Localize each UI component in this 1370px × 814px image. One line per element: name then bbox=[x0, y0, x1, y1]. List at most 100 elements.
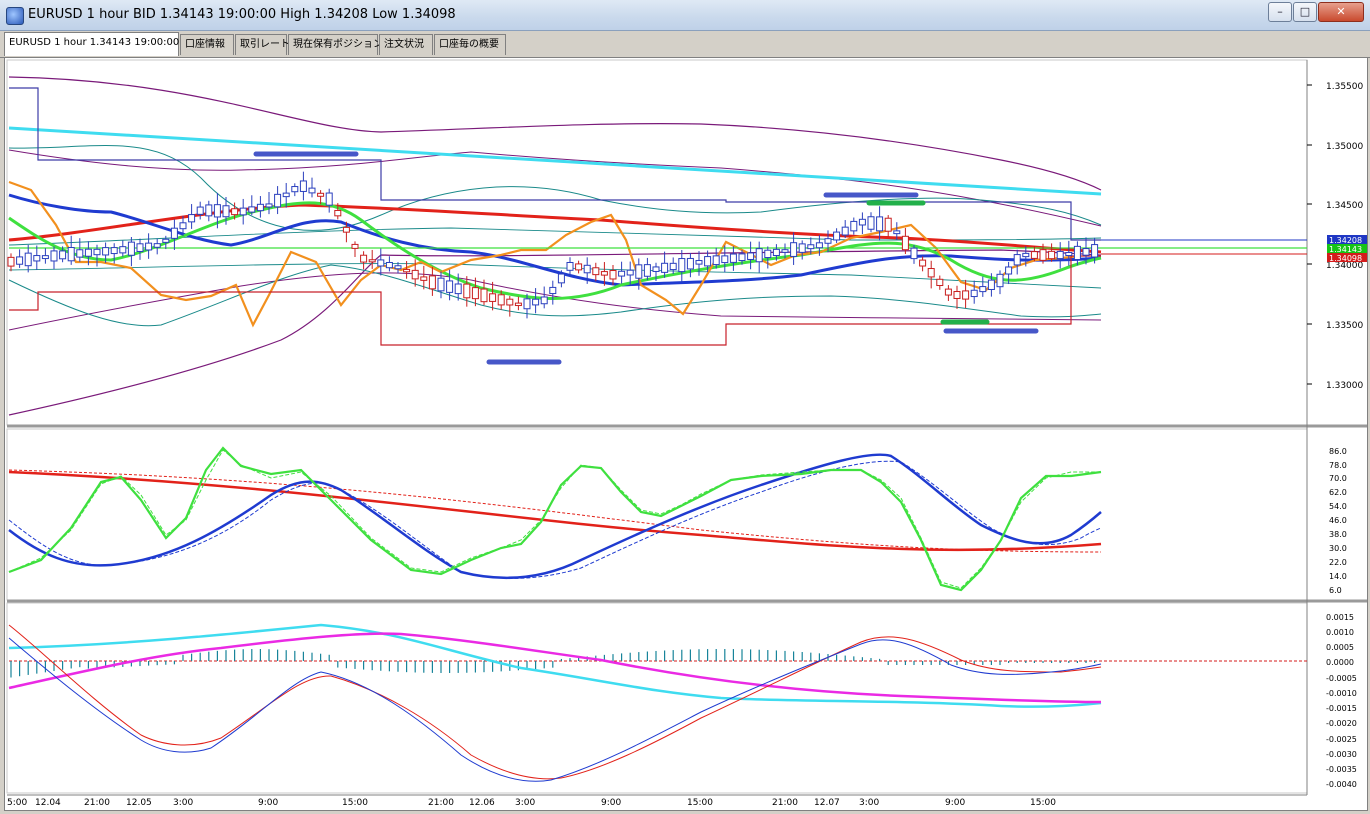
tab-positions[interactable]: 現在保有ポジション bbox=[288, 34, 383, 55]
candle-body bbox=[1091, 244, 1099, 258]
candle-body bbox=[962, 290, 970, 300]
candle-body bbox=[368, 259, 376, 263]
candle-body bbox=[575, 263, 583, 271]
candle-body bbox=[506, 298, 514, 306]
candle-body bbox=[93, 248, 101, 256]
price-tick: 1.35500 bbox=[1326, 82, 1363, 92]
candle-body bbox=[970, 289, 978, 298]
candle-body bbox=[643, 264, 651, 277]
candle-body bbox=[901, 235, 909, 251]
candle-body bbox=[248, 206, 256, 213]
candle-body bbox=[540, 296, 548, 305]
candle-body bbox=[609, 270, 617, 280]
candle-body bbox=[1005, 266, 1013, 275]
candle-body bbox=[471, 287, 479, 300]
time-tick: 12.07 bbox=[814, 798, 840, 808]
chart-canvas[interactable]: 1.35500 1.35000 1.34500 1.34000 1.33500 … bbox=[5, 58, 1367, 810]
candle-body bbox=[24, 252, 32, 267]
candle-body bbox=[110, 247, 118, 255]
oscillator-tick: 54.0 bbox=[1329, 502, 1347, 511]
candle-body bbox=[592, 267, 600, 276]
time-axis: 5:00 12.04 21:00 12.05 3:00 9:00 15:00 2… bbox=[7, 798, 1056, 808]
candle-body bbox=[16, 256, 24, 265]
candle-body bbox=[50, 250, 58, 262]
candle-body bbox=[850, 220, 858, 232]
candle-body bbox=[1073, 245, 1081, 261]
chart-area[interactable]: 1.35500 1.35000 1.34500 1.34000 1.33500 … bbox=[4, 57, 1368, 811]
oscillator-tick: 6.0 bbox=[1329, 586, 1342, 595]
bid-price-label: 1.34143 bbox=[1329, 245, 1362, 254]
candle-body bbox=[652, 266, 660, 272]
macd-panel[interactable] bbox=[6, 602, 1308, 794]
candle-body bbox=[979, 286, 987, 293]
tab-account-info[interactable]: 口座情報 bbox=[180, 34, 234, 55]
candle-body bbox=[755, 248, 763, 263]
title-bar: EURUSD 1 hour BID 1.34143 19:00:00 High … bbox=[0, 0, 1370, 31]
candle-body bbox=[858, 218, 866, 226]
candle-body bbox=[403, 268, 411, 273]
candle-body bbox=[291, 186, 299, 193]
candle-body bbox=[1056, 250, 1064, 260]
candle-body bbox=[669, 262, 677, 271]
candle-body bbox=[145, 242, 153, 251]
candle-body bbox=[729, 253, 737, 263]
tab-orders[interactable]: 注文状況 bbox=[379, 34, 433, 55]
macd-tick: -0.0030 bbox=[1326, 750, 1357, 759]
candle-body bbox=[153, 243, 161, 248]
candle-body bbox=[686, 257, 694, 270]
candle-body bbox=[231, 208, 239, 216]
candle-body bbox=[953, 291, 961, 299]
candle-body bbox=[282, 192, 290, 198]
minimize-button[interactable]: – bbox=[1268, 2, 1292, 22]
low-price-label: 1.34098 bbox=[1329, 254, 1362, 263]
candle-body bbox=[334, 209, 342, 217]
candle-body bbox=[489, 293, 497, 302]
candle-body bbox=[815, 242, 823, 249]
candle-body bbox=[188, 214, 196, 223]
close-button[interactable]: ✕ bbox=[1318, 2, 1364, 22]
maximize-button[interactable]: □ bbox=[1293, 2, 1317, 22]
candle-body bbox=[463, 283, 471, 299]
tab-account-summary[interactable]: 口座毎の概要 bbox=[434, 34, 506, 55]
macd-tick: -0.0015 bbox=[1326, 704, 1357, 713]
candle-body bbox=[480, 288, 488, 303]
price-tick: 1.33000 bbox=[1326, 381, 1363, 391]
candle-body bbox=[807, 244, 815, 250]
candle-body bbox=[162, 238, 170, 243]
macd-tick: 0.0010 bbox=[1326, 628, 1354, 637]
tab-rates[interactable]: 取引レート bbox=[235, 34, 290, 55]
candle-body bbox=[170, 227, 178, 239]
app-icon bbox=[6, 7, 24, 25]
candle-body bbox=[635, 264, 643, 279]
price-panel[interactable] bbox=[6, 59, 1308, 426]
candle-body bbox=[1048, 250, 1056, 260]
price-overlays bbox=[8, 76, 1307, 416]
candle-body bbox=[437, 277, 445, 292]
oscillator-tick: 14.0 bbox=[1329, 572, 1347, 581]
candle-body bbox=[833, 231, 841, 241]
macd-tick: -0.0010 bbox=[1326, 689, 1357, 698]
window-title: EURUSD 1 hour BID 1.34143 19:00:00 High … bbox=[28, 7, 456, 22]
time-tick: 9:00 bbox=[945, 798, 965, 808]
time-tick: 15:00 bbox=[687, 798, 713, 808]
oscillator-tick: 86.0 bbox=[1329, 447, 1347, 456]
candle-body bbox=[824, 238, 832, 244]
candle-body bbox=[910, 247, 918, 260]
candle-body bbox=[557, 273, 565, 284]
time-tick: 9:00 bbox=[601, 798, 621, 808]
time-tick: 3:00 bbox=[515, 798, 535, 808]
candle-body bbox=[781, 249, 789, 253]
candle-body bbox=[764, 249, 772, 259]
candle-body bbox=[532, 298, 540, 306]
oscillator-tick: 70.0 bbox=[1329, 474, 1347, 483]
candle-body bbox=[222, 205, 230, 218]
candle-body bbox=[772, 248, 780, 257]
tab-chart[interactable]: EURUSD 1 hour 1.34143 19:00:00 bbox=[4, 32, 179, 56]
time-tick: 21:00 bbox=[428, 798, 454, 808]
candle-body bbox=[1030, 251, 1038, 259]
candle-body bbox=[239, 207, 247, 216]
candle-body bbox=[566, 261, 574, 271]
candle-body bbox=[394, 265, 402, 270]
candle-body bbox=[600, 271, 608, 276]
candle-body bbox=[583, 264, 591, 274]
